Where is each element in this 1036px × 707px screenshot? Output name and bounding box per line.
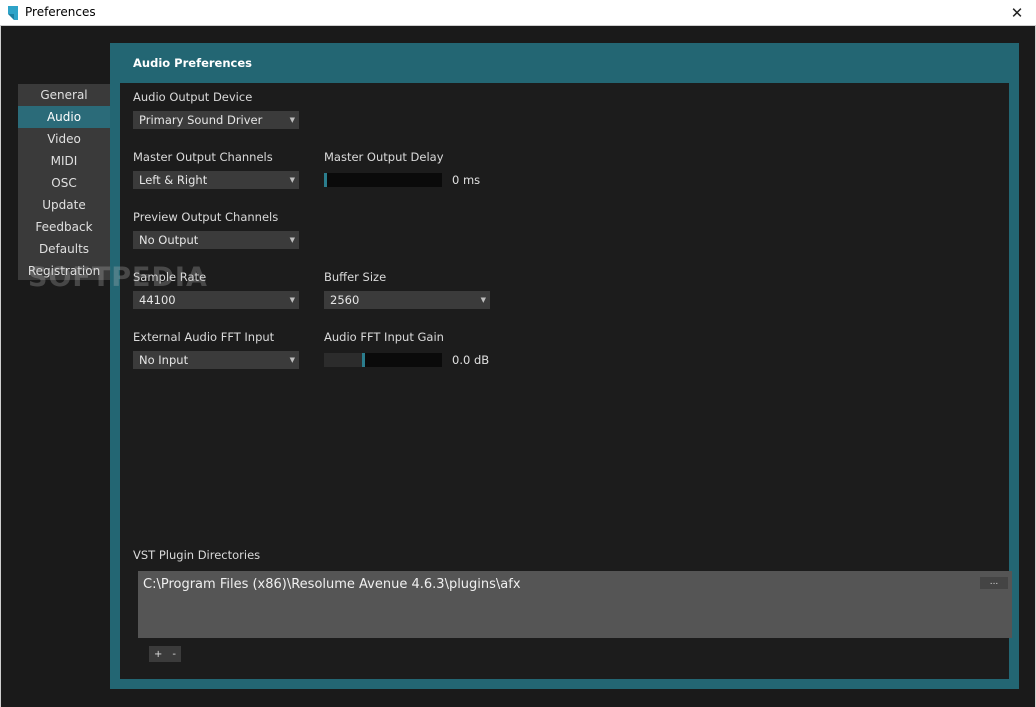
browse-button[interactable]: ... — [980, 577, 1008, 589]
nav-item-osc[interactable]: OSC — [18, 172, 110, 194]
master-delay-label: Master Output Delay — [324, 150, 444, 164]
close-button[interactable]: ✕ — [998, 0, 1036, 25]
close-icon: ✕ — [1010, 3, 1024, 22]
nav-item-video[interactable]: Video — [18, 128, 110, 150]
nav-item-registration[interactable]: Registration — [18, 260, 110, 282]
sample-rate-label: Sample Rate — [133, 270, 207, 284]
chevron-down-icon: ▼ — [289, 116, 295, 124]
chevron-down-icon: ▼ — [289, 236, 295, 244]
chevron-down-icon: ▼ — [289, 296, 295, 304]
app-logo-icon — [8, 6, 18, 20]
nav-item-midi[interactable]: MIDI — [18, 150, 110, 172]
master-channels-value: Left & Right — [139, 173, 208, 187]
chevron-down-icon: ▼ — [289, 356, 295, 364]
slider-handle[interactable] — [324, 173, 327, 187]
master-channels-label: Master Output Channels — [133, 150, 273, 164]
fft-input-label: External Audio FFT Input — [133, 330, 275, 344]
master-delay-slider[interactable] — [324, 173, 442, 187]
preview-channels-label: Preview Output Channels — [133, 210, 279, 224]
vst-directory-path[interactable]: C:\Program Files (x86)\Resolume Avenue 4… — [143, 577, 521, 592]
slider-handle[interactable] — [362, 353, 365, 367]
fft-input-value: No Input — [139, 353, 189, 367]
slider-fill — [324, 353, 362, 367]
add-directory-button[interactable]: + — [154, 649, 162, 660]
output-device-dropdown[interactable]: Primary Sound Driver ▼ — [133, 111, 299, 129]
fft-gain-slider[interactable] — [324, 353, 442, 367]
output-device-label: Audio Output Device — [133, 90, 253, 104]
nav-item-defaults[interactable]: Defaults — [18, 238, 110, 260]
remove-directory-button[interactable]: - — [172, 649, 176, 660]
panel-content: Audio Output Device Primary Sound Driver… — [120, 83, 1012, 679]
vst-directories-label: VST Plugin Directories — [133, 548, 261, 562]
vst-directories-list[interactable]: C:\Program Files (x86)\Resolume Avenue 4… — [138, 571, 1012, 638]
master-delay-value: 0 ms — [452, 173, 481, 187]
output-device-value: Primary Sound Driver — [139, 113, 263, 127]
fft-gain-label: Audio FFT Input Gain — [324, 330, 444, 344]
fft-gain-value: 0.0 dB — [452, 353, 490, 367]
nav-item-general[interactable]: General — [18, 84, 110, 106]
buffer-size-value: 2560 — [330, 293, 360, 307]
vst-add-remove-buttons: + - — [149, 646, 181, 662]
preview-channels-dropdown[interactable]: No Output ▼ — [133, 231, 299, 249]
sample-rate-dropdown[interactable]: 44100 ▼ — [133, 291, 299, 309]
chevron-down-icon: ▼ — [480, 296, 486, 304]
window-title: Preferences — [25, 5, 96, 19]
audio-preferences-panel: Audio Preferences Audio Output Device Pr… — [110, 43, 1019, 689]
preferences-nav: General Audio Video MIDI OSC Update Feed… — [18, 84, 110, 280]
buffer-size-label: Buffer Size — [324, 270, 387, 284]
nav-item-feedback[interactable]: Feedback — [18, 216, 110, 238]
nav-item-audio[interactable]: Audio — [18, 106, 110, 128]
panel-title: Audio Preferences — [133, 56, 252, 70]
buffer-size-dropdown[interactable]: 2560 ▼ — [324, 291, 490, 309]
nav-item-update[interactable]: Update — [18, 194, 110, 216]
window-border-left — [0, 26, 1, 707]
chevron-down-icon: ▼ — [289, 176, 295, 184]
title-bar: Preferences ✕ — [0, 0, 1036, 26]
preview-channels-value: No Output — [139, 233, 199, 247]
fft-input-dropdown[interactable]: No Input ▼ — [133, 351, 299, 369]
sample-rate-value: 44100 — [139, 293, 176, 307]
master-channels-dropdown[interactable]: Left & Right ▼ — [133, 171, 299, 189]
